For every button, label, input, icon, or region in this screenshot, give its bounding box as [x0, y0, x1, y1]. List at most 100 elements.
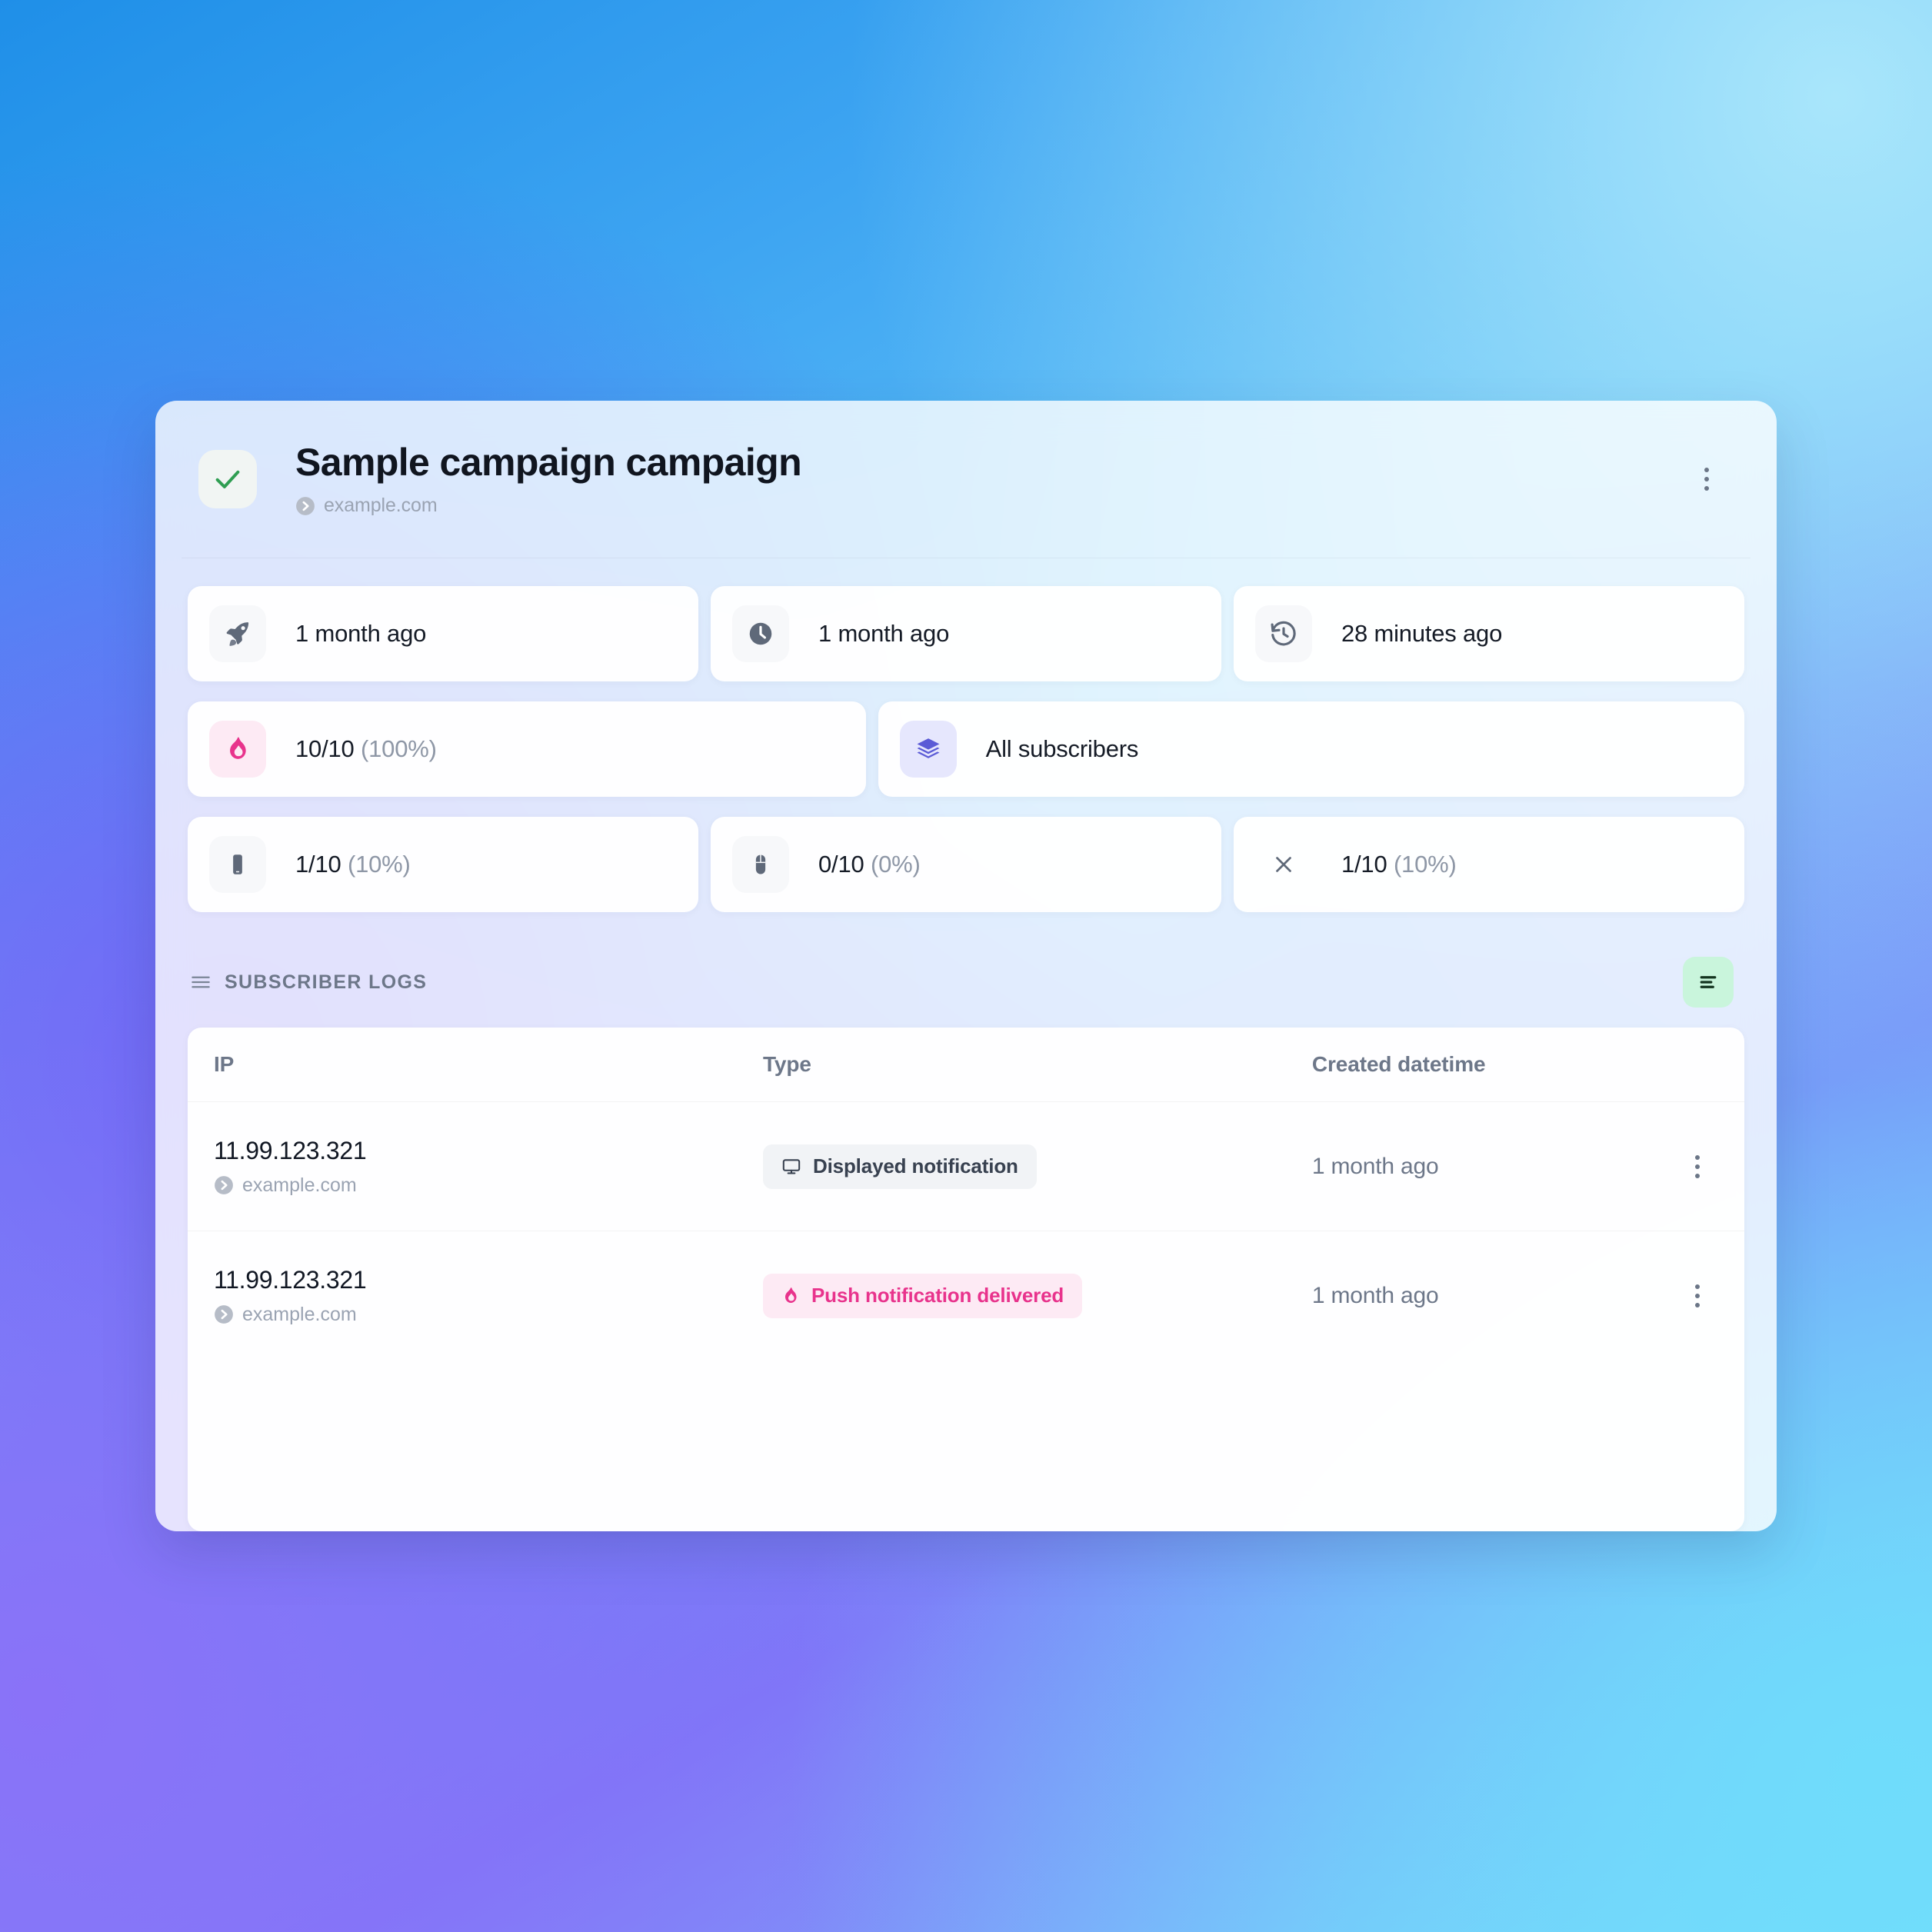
header-text-group: Sample campaign campaign example.com: [295, 441, 1686, 517]
clock-icon: [731, 605, 789, 662]
stat-cell: 28 minutes ago: [1227, 586, 1750, 681]
column-header-type: Type: [762, 1052, 811, 1076]
card-header: Sample campaign campaign example.com: [182, 401, 1750, 558]
stat-card-sent: 1 month ago: [188, 586, 698, 681]
created-datetime: 1 month ago: [1311, 1282, 1439, 1308]
stat-card-clicks: 0/10 (0%): [710, 817, 1221, 912]
close-icon: [1255, 836, 1312, 893]
stat-value-main: 1/10: [295, 851, 341, 878]
stat-value: All subscribers: [985, 735, 1139, 762]
stat-value-sub: (10%): [347, 851, 411, 878]
row-kebab-menu-icon[interactable]: [1677, 1275, 1718, 1317]
cell-actions: [1643, 1275, 1718, 1317]
stat-value: 0/10 (0%): [818, 851, 921, 878]
table-header-row: IP Type Created datetime: [188, 1028, 1744, 1101]
list-icon: [189, 971, 212, 994]
kebab-dot: [1704, 486, 1709, 491]
ip-domain: example.com: [214, 1304, 763, 1326]
ip-domain-label: example.com: [242, 1174, 357, 1196]
table-row[interactable]: 11.99.123.321 example.com: [188, 1231, 1744, 1360]
check-icon: [212, 464, 243, 495]
stat-cell: 1/10 (10%): [1227, 817, 1750, 912]
stat-value: 1/10 (10%): [1341, 851, 1457, 878]
layers-icon: [899, 721, 957, 778]
kebab-dot: [1694, 1173, 1700, 1178]
subscriber-logs-header: SUBSCRIBER LOGS: [182, 932, 1750, 1028]
chevron-circle-icon: [295, 496, 315, 516]
stat-card-mobile: 1/10 (10%): [188, 817, 698, 912]
column-header-created-datetime: Created datetime: [1311, 1052, 1486, 1076]
kebab-dot: [1704, 468, 1709, 472]
status-badge-push-notification-delivered: Push notification delivered: [762, 1273, 1083, 1318]
chevron-circle-icon: [214, 1175, 234, 1195]
stat-row-timing: 1 month ago 1 month ago 28 minutes ago: [182, 586, 1750, 681]
stat-value-main: 1/10: [1341, 851, 1387, 878]
ip-address: 11.99.123.321: [214, 1265, 367, 1294]
page-title: Sample campaign campaign: [295, 441, 802, 484]
kebab-dot: [1694, 1302, 1700, 1307]
stat-value-sub: (10%): [1393, 851, 1457, 878]
cell-ip: 11.99.123.321 example.com: [214, 1137, 763, 1197]
stat-cell: 0/10 (0%): [705, 817, 1227, 912]
cell-type: Push notification delivered: [762, 1273, 1312, 1318]
cell-created-datetime: 1 month ago: [1312, 1283, 1643, 1309]
stat-cell: All subscribers: [872, 701, 1750, 797]
subscriber-logs-table: IP Type Created datetime 11.99.123.321 e…: [188, 1028, 1744, 1531]
ip-address: 11.99.123.321: [214, 1136, 367, 1164]
status-badge: [198, 450, 257, 508]
cell-actions: [1643, 1146, 1718, 1188]
ip-domain: example.com: [214, 1174, 763, 1197]
status-badge-displayed-notification: Displayed notification: [762, 1144, 1037, 1189]
header-kebab-menu-icon[interactable]: [1686, 458, 1727, 500]
stat-cell: 1/10 (10%): [182, 817, 705, 912]
ip-domain-label: example.com: [242, 1303, 357, 1325]
stat-card-scheduled: 1 month ago: [710, 586, 1221, 681]
rocket-icon: [209, 605, 266, 662]
stat-value: 10/10 (100%): [295, 735, 437, 763]
flame-icon: [209, 721, 266, 778]
row-kebab-menu-icon[interactable]: [1677, 1146, 1718, 1188]
campaign-detail-card: Sample campaign campaign example.com 1 m…: [155, 401, 1777, 1531]
stat-cell: 1 month ago: [182, 586, 705, 681]
stat-value-sub: (100%): [361, 735, 437, 762]
align-list-icon-button[interactable]: [1683, 957, 1734, 1008]
cell-type: Displayed notification: [762, 1144, 1312, 1189]
kebab-dot: [1694, 1164, 1700, 1169]
stat-value: 28 minutes ago: [1341, 620, 1503, 647]
stat-value-main: 10/10: [295, 735, 355, 762]
stat-value: 1 month ago: [818, 620, 950, 647]
chevron-circle-icon: [214, 1304, 234, 1324]
table-row[interactable]: 11.99.123.321 example.com: [188, 1101, 1744, 1231]
created-datetime: 1 month ago: [1311, 1153, 1439, 1179]
history-icon: [1254, 605, 1312, 662]
stat-card-dismissed: 1/10 (10%): [1233, 817, 1744, 912]
domain-line: example.com: [295, 495, 1686, 517]
stat-row-engagement: 1/10 (10%) 0/10 (0%) 1/10 (10%): [182, 817, 1750, 912]
kebab-dot: [1694, 1284, 1700, 1289]
stat-card-audience: All subscribers: [878, 701, 1744, 797]
stat-value: 1 month ago: [295, 620, 427, 647]
stat-cell: 10/10 (100%): [182, 701, 872, 797]
stat-row-delivery: 10/10 (100%) All subscribers: [182, 701, 1750, 797]
monitor-icon: [781, 1157, 801, 1177]
kebab-dot: [1694, 1293, 1700, 1298]
mouse-icon: [731, 836, 789, 893]
domain-label: example.com: [324, 495, 438, 516]
mobile-icon: [209, 836, 266, 893]
stat-card-updated: 28 minutes ago: [1233, 586, 1744, 681]
stat-value: 1/10 (10%): [295, 851, 411, 878]
cell-created-datetime: 1 month ago: [1312, 1154, 1643, 1180]
stat-value-sub: (0%): [870, 851, 921, 878]
stats-area: 1 month ago 1 month ago 28 minutes ago 1…: [182, 558, 1750, 932]
status-badge-label: Push notification delivered: [811, 1284, 1064, 1307]
column-header-ip: IP: [214, 1052, 235, 1076]
stat-card-delivered: 10/10 (100%): [188, 701, 866, 797]
stat-cell: 1 month ago: [705, 586, 1227, 681]
subscriber-logs-title: SUBSCRIBER LOGS: [225, 971, 428, 993]
kebab-dot: [1694, 1154, 1700, 1160]
status-badge-label: Displayed notification: [812, 1154, 1018, 1178]
kebab-dot: [1704, 477, 1709, 481]
flame-icon: [781, 1287, 800, 1305]
cell-ip: 11.99.123.321 example.com: [214, 1266, 763, 1326]
stat-value-main: 0/10: [818, 851, 864, 878]
